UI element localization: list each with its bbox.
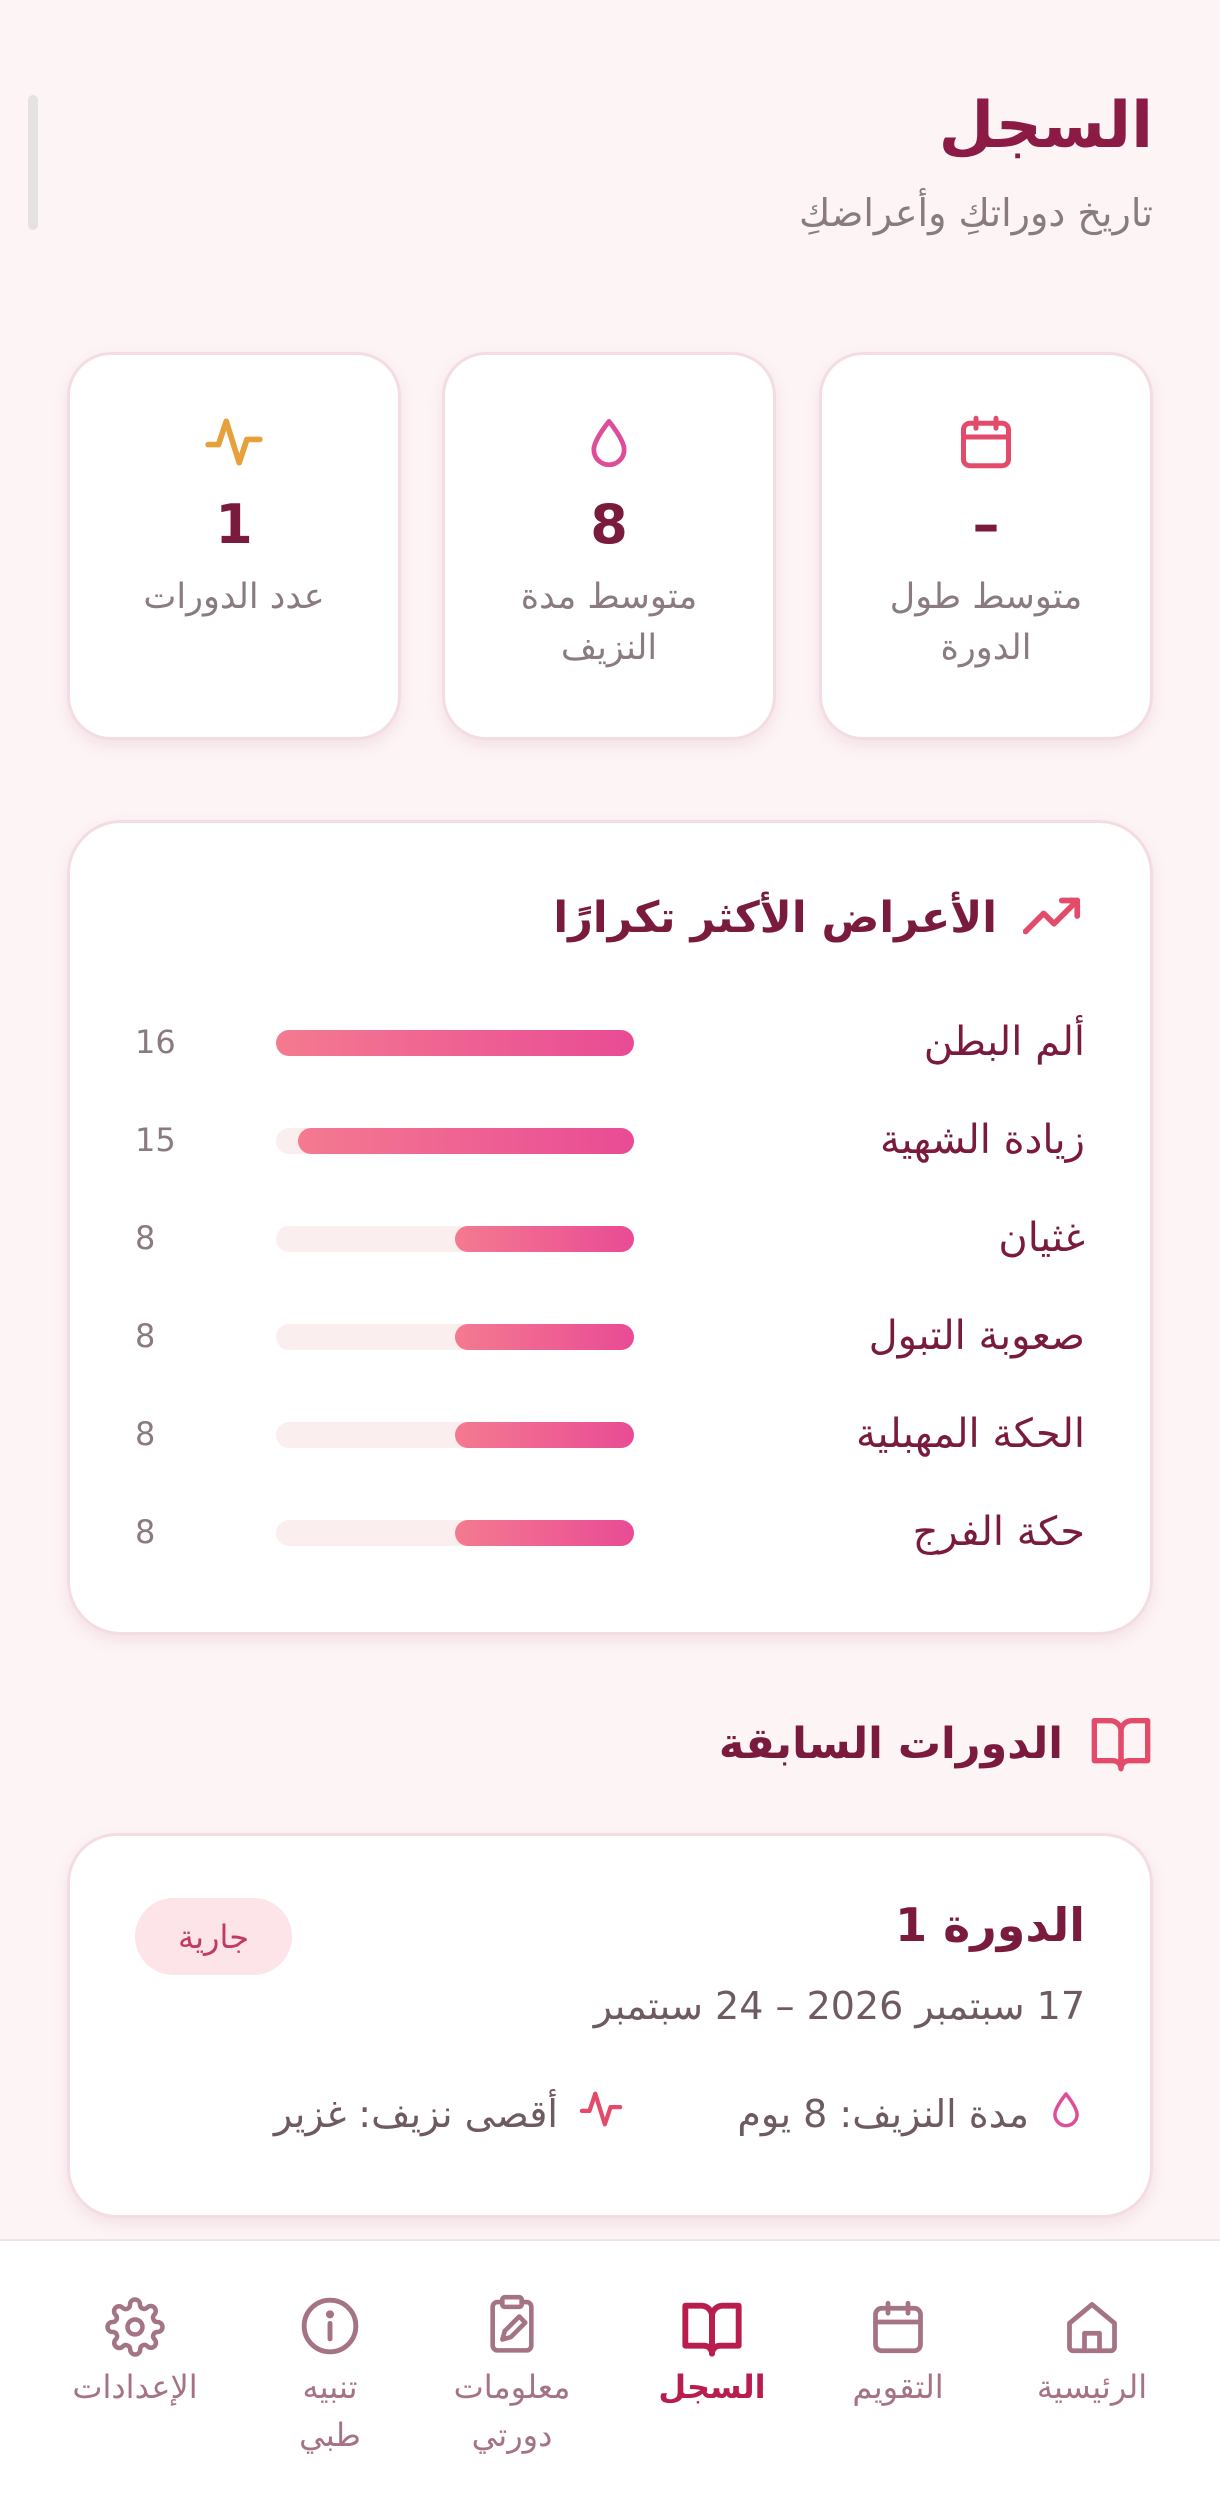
stat-label: متوسط طول الدورة (889, 576, 1083, 668)
calendar-icon (956, 407, 1016, 477)
nav-item-medical-alert[interactable]: تنبيه طبي (260, 2241, 400, 2501)
symptom-bar-fill (455, 1324, 634, 1350)
symptom-count: 8 (135, 1415, 156, 1453)
stat-label: عدد الدورات (143, 576, 325, 617)
stat-value: 1 (215, 493, 253, 556)
symptom-row: صعوبة التبول 8 (70, 1301, 1150, 1371)
previous-cycles-header: الدورات السابقة (719, 1712, 1153, 1776)
droplet-icon (1047, 2086, 1085, 2141)
home-icon (1062, 2289, 1122, 2357)
stat-label: متوسط مدة النزيف (520, 576, 698, 668)
cycle-dates: 17 سبتمبر 2026 – 24 سبتمبر (593, 1984, 1085, 2028)
symptom-bar-track (276, 1226, 634, 1252)
book-icon (680, 2289, 744, 2357)
symptom-name: الحكة المهبلية (855, 1411, 1085, 1457)
symptom-row: زيادة الشهية 15 (70, 1105, 1150, 1175)
symptom-count: 15 (135, 1121, 176, 1159)
status-badge: جارية (135, 1898, 292, 1975)
symptom-bar-fill (455, 1520, 634, 1546)
stats-row: – متوسط طول الدورة 8 متوسط مدة النزيف 1 … (67, 352, 1153, 740)
previous-cycles-title: الدورات السابقة (718, 1719, 1063, 1769)
symptom-count: 8 (135, 1317, 156, 1355)
symptom-bar-track (276, 1520, 634, 1546)
page-title: السجل (938, 89, 1153, 163)
symptom-name: صعوبة التبول (868, 1313, 1085, 1359)
symptom-bar-track (276, 1030, 634, 1056)
max-flow-text: أقصى نزيف: غزير (273, 2091, 558, 2136)
scroll-indicator[interactable] (28, 95, 38, 230)
info-icon (299, 2289, 361, 2357)
cycle-card[interactable]: الدورة 1 جارية 17 سبتمبر 2026 – 24 سبتمب… (67, 1833, 1153, 2218)
cycle-max-flow: أقصى نزيف: غزير (274, 2086, 626, 2141)
nav-label: السجل (658, 2368, 766, 2406)
symptom-bar-track (276, 1128, 634, 1154)
stat-card-cycle-count: 1 عدد الدورات (67, 352, 401, 740)
symptom-name: حكة الفرج (912, 1509, 1085, 1555)
nav-item-home[interactable]: الرئيسية (1012, 2241, 1172, 2501)
cycle-bleeding-duration: مدة النزيف: 8 يوم (737, 2086, 1085, 2141)
symptom-row: ألم البطن 16 (70, 1007, 1150, 1077)
symptom-name: زيادة الشهية (879, 1117, 1085, 1163)
symptom-count: 16 (135, 1023, 176, 1061)
clipboard-edit-icon (483, 2289, 541, 2357)
symptom-bar-track (276, 1422, 634, 1448)
nav-item-history[interactable]: السجل (632, 2241, 792, 2501)
droplet-icon (583, 407, 635, 477)
page-header: السجل تاريخ دوراتكِ وأعراضكِ (799, 88, 1153, 235)
nav-item-calendar[interactable]: التقويم (818, 2241, 978, 2501)
nav-item-my-cycle-info[interactable]: معلومات دورتي (432, 2241, 592, 2501)
bleeding-duration-text: مدة النزيف: 8 يوم (737, 2091, 1029, 2136)
symptom-bar-fill (298, 1128, 634, 1154)
bottom-nav: الرئيسية التقويم السجل معلومات دورتي تنب… (0, 2239, 1220, 2501)
symptom-name: غثيان (998, 1215, 1085, 1261)
symptom-bar-fill (455, 1422, 634, 1448)
symptom-bar-fill (276, 1030, 634, 1056)
activity-icon (203, 407, 265, 477)
trending-up-icon (1022, 895, 1085, 941)
symptom-bar-track (276, 1324, 634, 1350)
stat-value: – (972, 493, 1000, 556)
activity-icon (576, 2086, 626, 2141)
calendar-icon (868, 2289, 928, 2357)
top-symptoms-card: الأعراض الأكثر تكرارًا ألم البطن 16 زياد… (67, 820, 1153, 1635)
gear-icon (105, 2289, 165, 2357)
symptom-bar-fill (455, 1226, 634, 1252)
nav-label: الرئيسية (1036, 2368, 1148, 2406)
symptom-count: 8 (135, 1513, 156, 1551)
top-symptoms-header: الأعراض الأكثر تكرارًا (553, 893, 1085, 943)
symptom-row: غثيان 8 (70, 1203, 1150, 1273)
symptom-count: 8 (135, 1219, 156, 1257)
nav-label: تنبيه طبي (299, 2368, 361, 2454)
symptom-row: الحكة المهبلية 8 (70, 1399, 1150, 1469)
stat-value: 8 (590, 493, 628, 556)
stat-card-cycle-length: – متوسط طول الدورة (819, 352, 1153, 740)
book-icon (1089, 1712, 1153, 1776)
symptom-row: حكة الفرج 8 (70, 1497, 1150, 1567)
page-subtitle: تاريخ دوراتكِ وأعراضكِ (799, 190, 1153, 235)
nav-item-settings[interactable]: الإعدادات (55, 2241, 215, 2501)
top-symptoms-title: الأعراض الأكثر تكرارًا (553, 893, 997, 943)
nav-label: الإعدادات (72, 2368, 198, 2406)
nav-label: معلومات دورتي (453, 2368, 571, 2454)
symptom-name: ألم البطن (923, 1019, 1085, 1065)
stat-card-bleeding-duration: 8 متوسط مدة النزيف (442, 352, 776, 740)
cycle-name: الدورة 1 (895, 1898, 1085, 1952)
nav-label: التقويم (852, 2368, 944, 2406)
